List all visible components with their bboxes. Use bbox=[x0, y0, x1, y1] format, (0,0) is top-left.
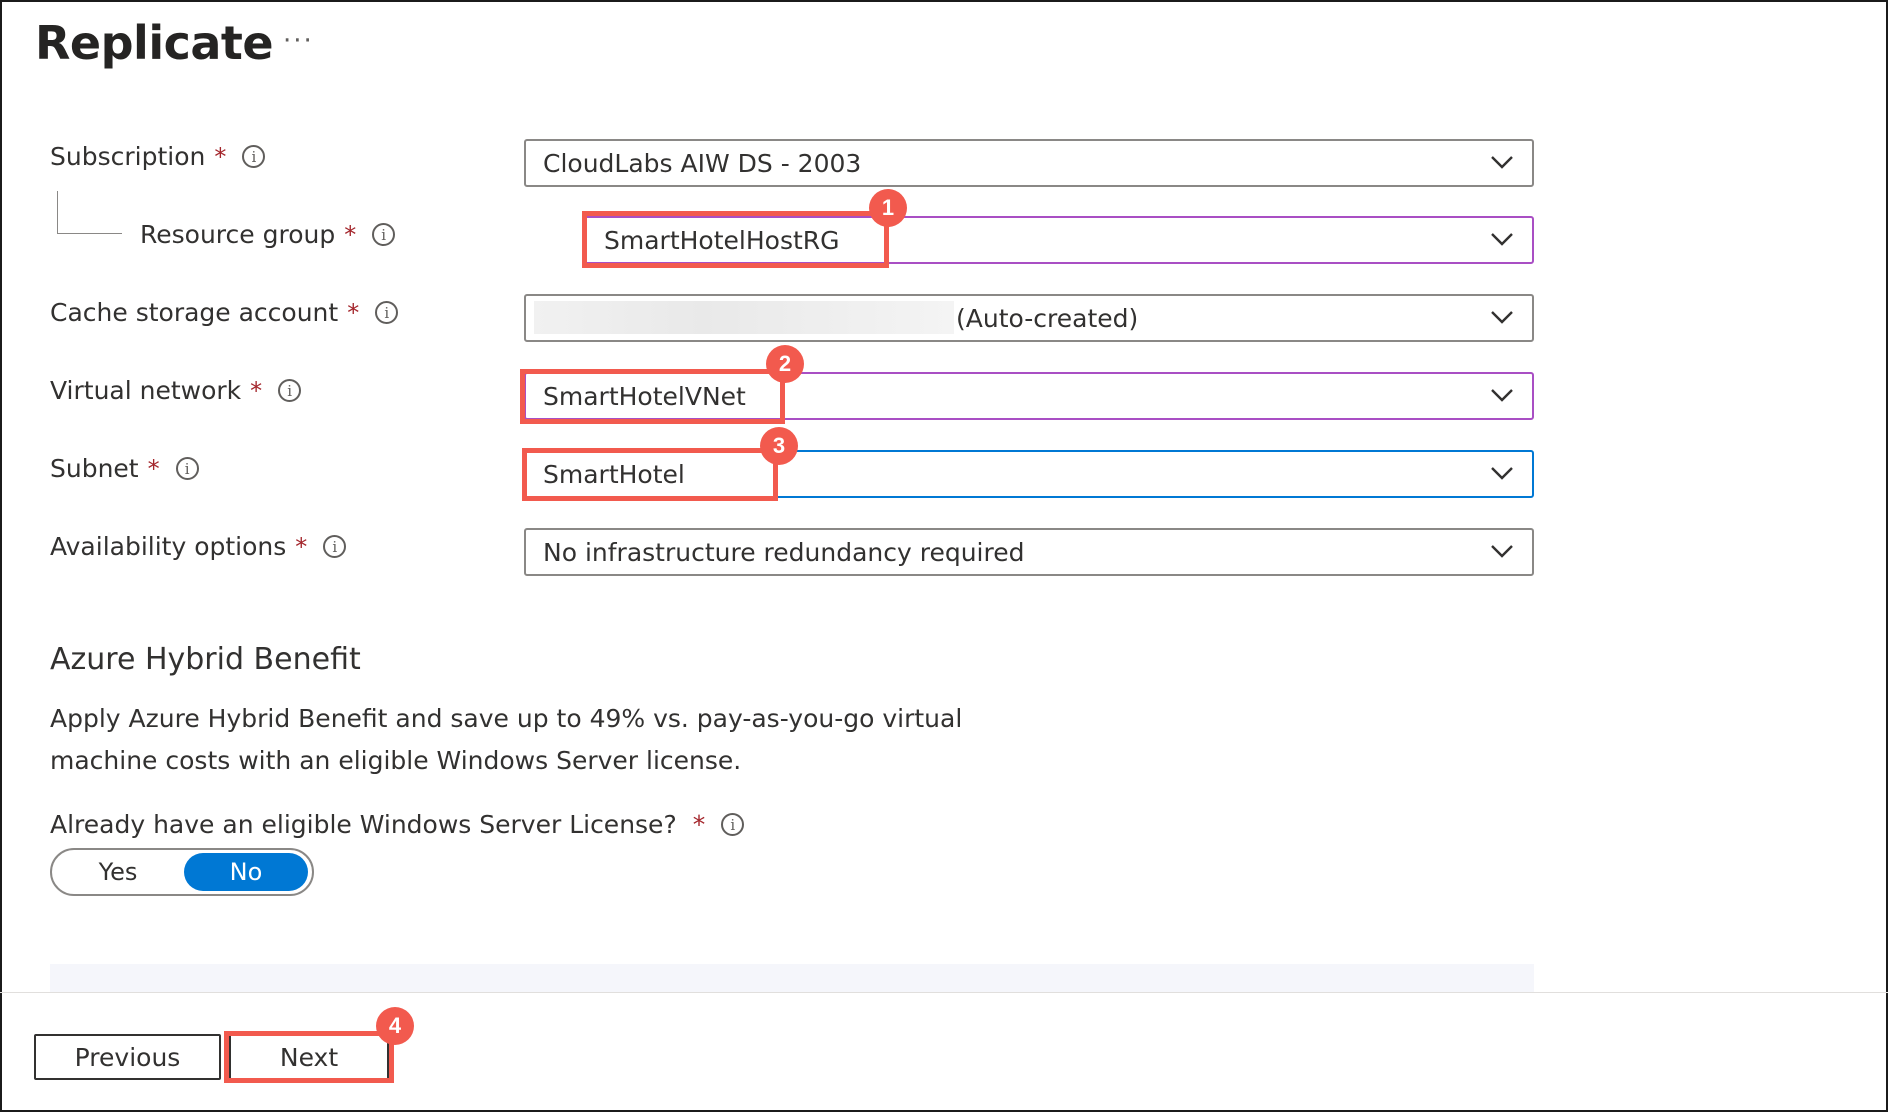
toggle-yes-option[interactable]: Yes bbox=[58, 853, 178, 891]
annotation-badge-4: 4 bbox=[376, 1007, 414, 1045]
more-options-icon[interactable]: ··· bbox=[283, 26, 314, 56]
availability-dropdown[interactable]: No infrastructure redundancy required bbox=[524, 528, 1534, 576]
required-marker: * bbox=[214, 142, 227, 171]
required-marker: * bbox=[344, 220, 357, 249]
info-icon[interactable]: i bbox=[278, 379, 302, 402]
info-icon[interactable]: i bbox=[375, 301, 399, 324]
subscription-dropdown[interactable]: CloudLabs AIW DS - 2003 bbox=[524, 139, 1534, 187]
redacted-account-name bbox=[534, 301, 954, 334]
annotation-badge-1: 1 bbox=[869, 189, 907, 227]
license-question: Already have an eligible Windows Server … bbox=[50, 810, 677, 839]
required-marker: * bbox=[295, 532, 308, 561]
cache-storage-dropdown[interactable]: (Auto-created) bbox=[524, 294, 1534, 342]
license-question-row: Already have an eligible Windows Server … bbox=[50, 810, 745, 839]
chevron-down-icon bbox=[1491, 389, 1513, 402]
chevron-down-icon bbox=[1491, 545, 1513, 558]
info-icon[interactable]: i bbox=[372, 223, 396, 246]
availability-label-row: Availability options * i bbox=[50, 532, 347, 561]
info-icon[interactable]: i bbox=[721, 813, 745, 836]
subscription-value: CloudLabs AIW DS - 2003 bbox=[543, 149, 862, 178]
info-icon[interactable]: i bbox=[175, 457, 199, 480]
auto-created-text: (Auto-created) bbox=[956, 304, 1139, 333]
info-icon[interactable]: i bbox=[323, 535, 347, 558]
footer-divider bbox=[0, 992, 1888, 993]
annotation-badge-2: 2 bbox=[766, 345, 804, 383]
page-title: Replicate bbox=[35, 16, 274, 70]
virtual-network-label-row: Virtual network * i bbox=[50, 376, 302, 405]
highlight-box-3 bbox=[522, 448, 778, 501]
annotation-badge-3: 3 bbox=[760, 427, 798, 465]
subscription-label: Subscription bbox=[50, 142, 206, 171]
chevron-down-icon bbox=[1491, 311, 1513, 324]
chevron-down-icon bbox=[1491, 156, 1513, 169]
info-icon[interactable]: i bbox=[242, 145, 266, 168]
required-marker: * bbox=[347, 298, 360, 327]
virtual-network-label: Virtual network bbox=[50, 376, 242, 405]
availability-label: Availability options bbox=[50, 532, 287, 561]
required-marker: * bbox=[250, 376, 263, 405]
hybrid-benefit-title: Azure Hybrid Benefit bbox=[50, 642, 361, 677]
cache-storage-label: Cache storage account bbox=[50, 298, 339, 327]
highlight-box-2 bbox=[520, 369, 785, 424]
previous-button[interactable]: Previous bbox=[34, 1034, 221, 1080]
chevron-down-icon bbox=[1491, 233, 1513, 246]
highlight-box-4 bbox=[224, 1031, 394, 1083]
hybrid-benefit-description: Apply Azure Hybrid Benefit and save up t… bbox=[50, 704, 963, 775]
subscription-label-row: Subscription * i bbox=[50, 142, 266, 171]
required-marker: * bbox=[147, 454, 160, 483]
cache-storage-label-row: Cache storage account * i bbox=[50, 298, 399, 327]
highlight-box-1 bbox=[582, 211, 889, 268]
resource-group-label: Resource group bbox=[140, 220, 336, 249]
chevron-down-icon bbox=[1491, 467, 1513, 480]
subnet-label-row: Subnet * i bbox=[50, 454, 199, 483]
resource-group-label-row: Resource group * i bbox=[140, 220, 396, 249]
toggle-no-option[interactable]: No bbox=[184, 853, 308, 891]
info-panel bbox=[50, 964, 1534, 992]
tree-connector bbox=[57, 191, 122, 234]
license-toggle[interactable]: Yes No bbox=[50, 848, 314, 896]
subnet-label: Subnet bbox=[50, 454, 139, 483]
availability-value: No infrastructure redundancy required bbox=[543, 538, 1025, 567]
required-marker: * bbox=[692, 810, 706, 839]
